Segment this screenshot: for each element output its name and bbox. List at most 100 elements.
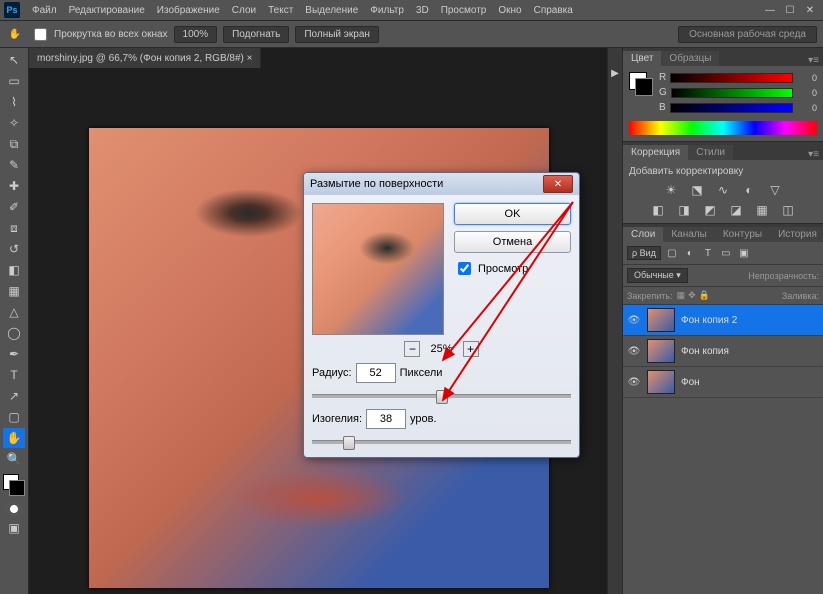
menu-help[interactable]: Справка (528, 5, 579, 16)
opacity-label[interactable]: Непрозрачность: (748, 271, 819, 281)
color-swatch-pair[interactable] (629, 72, 653, 96)
history-brush-tool[interactable]: ↺ (3, 239, 25, 259)
layer-thumbnail[interactable] (647, 308, 675, 332)
scroll-all-checkbox[interactable]: Прокрутка во всех окнах (30, 25, 168, 44)
close-button[interactable]: ✕ (801, 3, 819, 17)
exposure-icon[interactable]: ◐ (741, 183, 757, 197)
layer-row[interactable]: 👁 Фон копия 2 (623, 305, 823, 336)
filter-image-icon[interactable]: ▢ (665, 246, 679, 260)
radius-input[interactable] (356, 363, 396, 383)
menu-image[interactable]: Изображение (151, 5, 226, 16)
zoom-100-button[interactable]: 100% (174, 26, 218, 43)
tab-styles[interactable]: Стили (688, 145, 733, 160)
layer-kind-select[interactable]: ρ Вид (627, 246, 661, 260)
path-selection-tool[interactable]: ↗ (3, 386, 25, 406)
layer-thumbnail[interactable] (647, 339, 675, 363)
tab-corrections[interactable]: Коррекция (623, 145, 688, 160)
tab-layers[interactable]: Слои (623, 227, 663, 242)
pen-tool[interactable]: ✒ (3, 344, 25, 364)
tab-paths[interactable]: Контуры (715, 227, 770, 242)
fullscreen-button[interactable]: Полный экран (295, 26, 379, 43)
zoom-tool[interactable]: 🔍 (3, 449, 25, 469)
radius-slider[interactable] (312, 389, 571, 403)
panel-menu-icon[interactable]: ▾≡ (804, 55, 823, 66)
r-slider[interactable] (670, 73, 793, 83)
threshold-input[interactable] (366, 409, 406, 429)
dialog-close-button[interactable]: ✕ (543, 175, 573, 193)
menu-filter[interactable]: Фильтр (364, 5, 410, 16)
spectrum-bar[interactable] (629, 121, 817, 135)
filter-smart-icon[interactable]: ▣ (737, 246, 751, 260)
tab-history[interactable]: История (770, 227, 823, 242)
menu-layers[interactable]: Слои (226, 5, 262, 16)
visibility-eye-icon[interactable]: 👁 (627, 377, 641, 388)
filter-adjust-icon[interactable]: ◐ (683, 246, 697, 260)
ok-button[interactable]: OK (454, 203, 571, 225)
menu-3d[interactable]: 3D (410, 5, 435, 16)
workspace-switcher[interactable]: Основная рабочая среда (678, 26, 817, 43)
fit-button[interactable]: Подогнать (223, 26, 289, 43)
filter-type-icon[interactable]: T (701, 246, 715, 260)
invert-icon[interactable]: ◫ (780, 203, 796, 217)
preview-checkbox[interactable]: Просмотр (454, 259, 571, 278)
hand-tool[interactable]: ✋ (3, 428, 25, 448)
clone-stamp-tool[interactable]: ⧈ (3, 218, 25, 238)
panel-menu-icon[interactable]: ▾≡ (804, 149, 823, 160)
magic-wand-tool[interactable]: ✧ (3, 113, 25, 133)
layer-name[interactable]: Фон копия 2 (681, 315, 737, 326)
lock-pixels-icon[interactable]: ▦ (677, 290, 686, 301)
type-tool[interactable]: T (3, 365, 25, 385)
menu-file[interactable]: Файл (26, 5, 63, 16)
dialog-preview[interactable] (312, 203, 444, 335)
layer-row[interactable]: 👁Фон копия (623, 336, 823, 367)
vibrance-icon[interactable]: ▽ (767, 183, 783, 197)
blend-mode-select[interactable]: Обычные ▾ (627, 268, 688, 283)
tab-swatches[interactable]: Образцы (661, 51, 719, 66)
threshold-slider[interactable] (312, 435, 571, 449)
dodge-tool[interactable]: ◯ (3, 323, 25, 343)
document-tab[interactable]: morshiny.jpg @ 66,7% (Фон копия 2, RGB/8… (29, 48, 261, 68)
fill-label[interactable]: Заливка: (782, 291, 819, 301)
minimize-button[interactable]: — (761, 3, 779, 17)
g-slider[interactable] (671, 88, 793, 98)
menu-text[interactable]: Текст (262, 5, 299, 16)
eraser-tool[interactable]: ◧ (3, 260, 25, 280)
move-tool[interactable]: ↖ (3, 50, 25, 70)
zoom-out-button[interactable]: − (404, 341, 420, 357)
tab-channels[interactable]: Каналы (663, 227, 715, 242)
channel-mixer-icon[interactable]: ◪ (728, 203, 744, 217)
eyedropper-tool[interactable]: ✎ (3, 155, 25, 175)
fg-bg-swatch[interactable] (3, 474, 25, 496)
lock-position-icon[interactable]: ✥ (688, 290, 696, 301)
menu-edit[interactable]: Редактирование (63, 5, 151, 16)
visibility-eye-icon[interactable]: 👁 (627, 315, 641, 326)
menu-view[interactable]: Просмотр (435, 5, 493, 16)
menu-select[interactable]: Выделение (299, 5, 364, 16)
marquee-tool[interactable]: ▭ (3, 71, 25, 91)
hue-icon[interactable]: ◧ (650, 203, 666, 217)
layer-thumbnail[interactable] (647, 370, 675, 394)
menu-window[interactable]: Окно (492, 5, 527, 16)
crop-tool[interactable]: ⧉ (3, 134, 25, 154)
bw-icon[interactable]: ◨ (676, 203, 692, 217)
photo-filter-icon[interactable]: ◩ (702, 203, 718, 217)
levels-icon[interactable]: ⬔ (689, 183, 705, 197)
cancel-button[interactable]: Отмена (454, 231, 571, 253)
maximize-button[interactable]: ☐ (781, 3, 799, 17)
blur-tool[interactable]: △ (3, 302, 25, 322)
gradient-tool[interactable]: ▦ (3, 281, 25, 301)
curves-icon[interactable]: ∿ (715, 183, 731, 197)
brush-tool[interactable]: ✐ (3, 197, 25, 217)
dialog-title-bar[interactable]: Размытие по поверхности ✕ (304, 173, 579, 195)
lock-all-icon[interactable]: 🔒 (699, 290, 710, 301)
brightness-icon[interactable]: ☀ (663, 183, 679, 197)
zoom-in-button[interactable]: + (463, 341, 479, 357)
lasso-tool[interactable]: ⌇ (3, 92, 25, 112)
b-slider[interactable] (670, 103, 793, 113)
visibility-eye-icon[interactable]: 👁 (627, 346, 641, 357)
quick-mask-icon[interactable] (4, 501, 24, 517)
play-icon[interactable]: ▶ (610, 68, 620, 78)
tab-color[interactable]: Цвет (623, 51, 661, 66)
healing-brush-tool[interactable]: ✚ (3, 176, 25, 196)
layer-name[interactable]: Фон (681, 377, 700, 388)
